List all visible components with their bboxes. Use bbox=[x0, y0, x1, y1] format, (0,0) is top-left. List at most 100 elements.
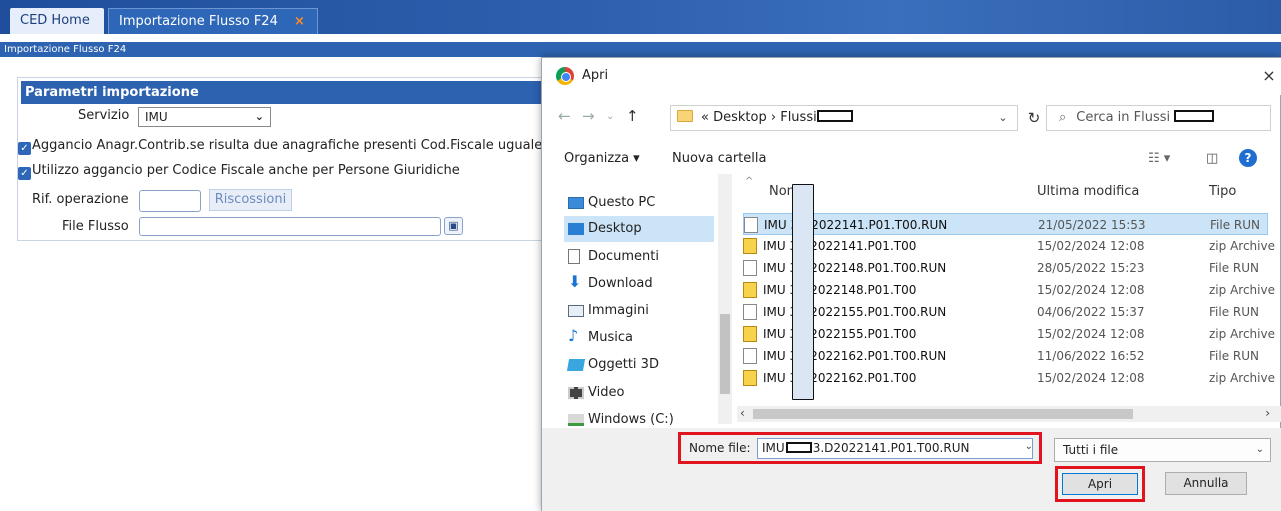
servizio-select[interactable]: IMU ⌄ bbox=[138, 107, 271, 127]
file-type: zip Archive bbox=[1209, 371, 1275, 385]
scroll-left-icon[interactable]: ‹ bbox=[740, 406, 745, 420]
servizio-value: IMU bbox=[145, 110, 168, 124]
scrollbar-thumb[interactable] bbox=[753, 409, 1133, 419]
file-row[interactable]: IMU 3.D2022155.P01.T00 15/02/2024 12:08 zi… bbox=[743, 323, 1275, 345]
file-type: zip Archive bbox=[1209, 283, 1275, 297]
sidebar-item-label: Documenti bbox=[588, 249, 659, 264]
app-tabbar: CED Home Importazione Flusso F24 × bbox=[0, 0, 1281, 34]
file-icon bbox=[744, 217, 758, 233]
annulla-button[interactable]: Annulla bbox=[1165, 472, 1247, 495]
organizza-menu[interactable]: Organizza ▾ bbox=[564, 151, 640, 166]
scrollbar-thumb[interactable] bbox=[720, 314, 730, 394]
checkbox-checked-icon[interactable]: ✓ bbox=[18, 142, 31, 155]
close-icon[interactable]: × bbox=[294, 14, 305, 29]
open-file-dialog: Apri × ← → ⌄ ↑ « Desktop › Flussi ⌄ ↻ ⌕ C… bbox=[541, 57, 1281, 511]
tab-label: CED Home bbox=[20, 13, 90, 28]
file-icon bbox=[743, 260, 757, 276]
file-type: File RUN bbox=[1209, 305, 1259, 319]
dialog-footer: Nome file: IMU 3.D2022141.P01.T00.RUN ⌄ T… bbox=[542, 428, 1281, 511]
file-type: zip Archive bbox=[1209, 327, 1275, 341]
zip-archive-icon bbox=[743, 326, 757, 342]
sidebar-item-label: Video bbox=[588, 385, 625, 400]
address-segment-flussi[interactable]: Flussi bbox=[780, 110, 817, 125]
help-icon[interactable]: ? bbox=[1239, 149, 1257, 167]
file-row[interactable]: IMU 3.D2022148.P01.T00 15/02/2024 12:08 zi… bbox=[743, 279, 1275, 301]
close-icon[interactable]: × bbox=[1259, 66, 1279, 85]
sidebar-item-desktop[interactable]: Desktop bbox=[564, 216, 714, 242]
tab-label: Importazione Flusso F24 bbox=[119, 14, 278, 29]
preview-pane-icon[interactable]: ◫ bbox=[1206, 151, 1218, 166]
sidebar-item-documenti[interactable]: Documenti bbox=[564, 244, 714, 270]
file-row[interactable]: IMU 3.D2022162.P01.T00 15/02/2024 12:08 zi… bbox=[743, 367, 1275, 389]
folder-icon bbox=[677, 110, 693, 122]
filename-input[interactable]: IMU 3.D2022141.P01.T00.RUN bbox=[757, 438, 1033, 459]
sidebar-item-immagini[interactable]: Immagini bbox=[564, 298, 714, 324]
save-icon[interactable]: ▣ bbox=[444, 217, 463, 235]
filename-label: Nome file: bbox=[689, 441, 751, 455]
rif-operazione-input[interactable] bbox=[139, 190, 201, 212]
address-bar[interactable]: « Desktop › Flussi ⌄ bbox=[670, 105, 1018, 131]
file-name: IMU 3.D2022162.P01.T00.RUN bbox=[763, 349, 947, 363]
panel-title: Parametri importazione bbox=[21, 81, 543, 104]
file-type: zip Archive bbox=[1209, 239, 1275, 253]
forward-arrow-icon[interactable]: → bbox=[582, 107, 595, 125]
file-row[interactable]: IMU 3.D2022141.P01.T00.RUN 21/05/2022 15:… bbox=[743, 213, 1268, 235]
address-separator: › bbox=[770, 110, 777, 125]
sidebar-item-oggetti-3d[interactable]: Oggetti 3D bbox=[564, 352, 714, 378]
check-aggancio-anagr[interactable]: ✓ Aggancio Anagr.Contrib.se risulta due a… bbox=[18, 138, 542, 155]
nuova-cartella-button[interactable]: Nuova cartella bbox=[672, 151, 766, 166]
view-options-icon[interactable]: ☷ ▾ bbox=[1148, 151, 1170, 166]
column-header-date[interactable]: Ultima modifica bbox=[1037, 184, 1139, 199]
back-arrow-icon[interactable]: ← bbox=[558, 107, 571, 125]
file-name: IMU 3.D2022155.P01.T00 bbox=[763, 327, 917, 341]
scroll-right-icon[interactable]: › bbox=[1265, 406, 1270, 420]
file-row[interactable]: IMU 3.D2022155.P01.T00.RUN 04/06/2022 15:… bbox=[743, 301, 1268, 323]
horizontal-scrollbar[interactable]: ‹ › bbox=[737, 406, 1281, 422]
chevron-down-icon[interactable]: ⌄ bbox=[989, 106, 1017, 130]
file-icon bbox=[743, 304, 757, 320]
search-icon: ⌕ bbox=[1059, 110, 1067, 125]
drive-icon bbox=[568, 414, 584, 426]
up-arrow-icon[interactable]: ↑ bbox=[626, 107, 639, 125]
film-icon bbox=[568, 387, 584, 399]
file-row[interactable]: IMU 3.D2022141.P01.T00 15/02/2024 12:08 zi… bbox=[743, 235, 1275, 257]
sidebar-scrollbar[interactable] bbox=[718, 174, 732, 424]
recent-chevron-icon[interactable]: ⌄ bbox=[606, 111, 614, 122]
sidebar-item-musica[interactable]: ♪ Musica bbox=[564, 325, 714, 351]
zip-archive-icon bbox=[743, 282, 757, 298]
check-aggancio-cf[interactable]: ✓ Utilizzo aggancio per Codice Fiscale an… bbox=[18, 163, 460, 180]
dialog-toolbar: Organizza ▾ Nuova cartella ☷ ▾ ◫ ? bbox=[542, 142, 1281, 174]
music-icon: ♪ bbox=[568, 326, 579, 345]
sidebar-item-label: Oggetti 3D bbox=[588, 357, 659, 372]
column-header-type[interactable]: Tipo bbox=[1209, 184, 1236, 199]
file-date: 21/05/2022 15:53 bbox=[1038, 218, 1146, 232]
redaction-box bbox=[792, 184, 814, 400]
refresh-icon[interactable]: ↻ bbox=[1020, 105, 1048, 131]
tab-ced-home[interactable]: CED Home bbox=[10, 8, 104, 34]
address-segment-desktop[interactable]: Desktop bbox=[713, 110, 767, 125]
file-name: IMU 3.D2022141.P01.T00 bbox=[763, 239, 917, 253]
chevron-down-icon[interactable]: ⌄ bbox=[1025, 441, 1033, 452]
file-type: File RUN bbox=[1209, 349, 1259, 363]
filetype-select[interactable]: Tutti i file ⌄ bbox=[1054, 438, 1271, 462]
filename-prefix: IMU bbox=[762, 441, 785, 455]
zip-archive-icon bbox=[743, 370, 757, 386]
file-row[interactable]: IMU 3.D2022162.P01.T00.RUN 11/06/2022 16:… bbox=[743, 345, 1268, 367]
address-overflow[interactable]: « bbox=[701, 110, 709, 125]
file-date: 11/06/2022 16:52 bbox=[1037, 349, 1145, 363]
file-date: 15/02/2024 12:08 bbox=[1037, 327, 1145, 341]
sidebar-item-video[interactable]: Video bbox=[564, 380, 714, 406]
file-flusso-input[interactable] bbox=[139, 217, 441, 236]
sidebar-item-questo-pc[interactable]: Questo PC bbox=[564, 190, 714, 216]
document-icon bbox=[568, 249, 580, 264]
file-row[interactable]: IMU 3.D2022148.P01.T00.RUN 28/05/2022 15:… bbox=[743, 257, 1268, 279]
search-input[interactable]: ⌕ Cerca in Flussi bbox=[1046, 105, 1271, 131]
filename-suffix: 3.D2022141.P01.T00.RUN bbox=[812, 441, 970, 455]
apri-button[interactable]: Apri bbox=[1062, 473, 1138, 495]
riscossioni-button[interactable]: Riscossioni bbox=[209, 189, 292, 211]
tab-importazione-flusso[interactable]: Importazione Flusso F24 × bbox=[108, 8, 318, 34]
checkbox-checked-icon[interactable]: ✓ bbox=[18, 167, 31, 180]
sidebar-item-download[interactable]: ⬇ Download bbox=[564, 271, 714, 297]
navigation-bar: ← → ⌄ ↑ « Desktop › Flussi ⌄ ↻ ⌕ Cerca in… bbox=[542, 99, 1281, 135]
cube-icon bbox=[566, 359, 586, 371]
